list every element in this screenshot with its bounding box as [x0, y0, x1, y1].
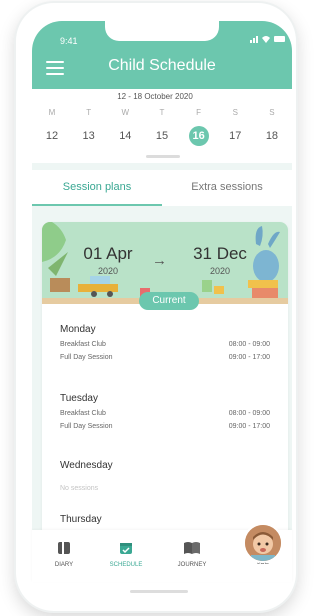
day-name: Wednesday — [60, 460, 113, 471]
date-13[interactable]: 13 — [79, 126, 99, 146]
drag-handle[interactable] — [146, 155, 180, 158]
menu-icon — [46, 61, 64, 63]
date-18[interactable]: 18 — [262, 126, 282, 146]
day-name: Monday — [60, 324, 96, 335]
session-name: Breakfast Club — [60, 341, 106, 348]
plan-start: 01 Apr 2020 — [68, 244, 148, 276]
plan-end-date: 31 Dec — [193, 244, 247, 263]
plan-start-date: 01 Apr — [83, 244, 133, 263]
day-tuesday: Tuesday Breakfast Club 08:00 - 09:00 Ful… — [60, 393, 270, 436]
date-17[interactable]: 17 — [225, 126, 245, 146]
avatar[interactable] — [243, 523, 283, 563]
date-12[interactable]: 12 — [42, 126, 62, 146]
home-indicator — [130, 590, 188, 593]
weekday-labels: M T W T F S S — [42, 108, 282, 117]
session-plan-card[interactable]: 01 Apr 2020 → 31 Dec 2020 Current Monday… — [42, 222, 288, 542]
session-row: Breakfast Club 08:00 - 09:00 — [60, 341, 270, 354]
signal-wifi-battery-icon — [250, 36, 285, 43]
plan-end-year: 2020 — [209, 266, 231, 276]
date-15[interactable]: 15 — [152, 126, 172, 146]
session-name: Full Day Session — [60, 423, 113, 430]
nav-label: SCHEDULE — [109, 562, 143, 568]
session-row: Breakfast Club 08:00 - 09:00 — [60, 410, 270, 423]
tab-bar: Session plans Extra sessions — [32, 170, 292, 206]
no-sessions-text: No sessions — [60, 485, 99, 492]
status-icons — [250, 34, 290, 46]
weekday-label: S — [232, 108, 238, 117]
weekday-label: M — [48, 108, 56, 117]
session-name: Full Day Session — [60, 354, 113, 361]
nav-schedule[interactable]: SCHEDULE — [96, 540, 156, 568]
weekday-label: S — [269, 108, 275, 117]
week-range: 12 - 18 October 2020 — [117, 92, 193, 101]
day-name: Tuesday — [60, 393, 98, 404]
plan-start-year: 2020 — [97, 266, 119, 276]
day-wednesday: Wednesday No sessions — [60, 460, 270, 495]
status-badge: Current — [139, 292, 199, 310]
weekday-label: F — [196, 108, 202, 117]
session-row: Full Day Session 09:00 - 17:00 — [60, 423, 270, 436]
nav-journey[interactable]: JOURNEY — [162, 540, 222, 568]
journey-icon — [162, 540, 222, 556]
session-time: 09:00 - 17:00 — [228, 354, 270, 361]
page-title: Child Schedule — [108, 57, 216, 74]
nav-diary[interactable]: DIARY — [34, 540, 94, 568]
schedule-icon — [96, 540, 156, 556]
session-row: Full Day Session 09:00 - 17:00 — [60, 354, 270, 367]
arrow-right-icon: → — [152, 252, 167, 269]
tab-session-plans[interactable]: Session plans — [32, 170, 162, 206]
date-14[interactable]: 14 — [115, 126, 135, 146]
session-time: 08:00 - 09:00 — [228, 341, 270, 348]
tab-extra-sessions[interactable]: Extra sessions — [162, 170, 292, 206]
session-time: 09:00 - 17:00 — [228, 423, 270, 430]
weekday-label: T — [86, 108, 92, 117]
day-thursday: Thursday — [60, 514, 270, 531]
day-monday: Monday Breakfast Club 08:00 - 09:00 Full… — [60, 324, 270, 367]
device-notch — [105, 21, 219, 41]
menu-button[interactable] — [46, 61, 64, 77]
weekday-label: T — [159, 108, 165, 117]
nav-label: JOURNEY — [177, 562, 207, 568]
session-time: 08:00 - 09:00 — [228, 410, 270, 417]
status-time: 9:41 — [60, 36, 78, 46]
diary-icon — [34, 540, 94, 556]
plan-end: 31 Dec 2020 — [180, 244, 260, 276]
weekday-label: W — [121, 108, 130, 117]
date-picker: 12 13 14 15 16 17 18 — [42, 126, 282, 146]
date-16-selected[interactable]: 16 — [188, 126, 209, 146]
nav-label: DIARY — [54, 562, 74, 568]
day-name: Thursday — [60, 514, 102, 525]
session-name: Breakfast Club — [60, 410, 106, 417]
